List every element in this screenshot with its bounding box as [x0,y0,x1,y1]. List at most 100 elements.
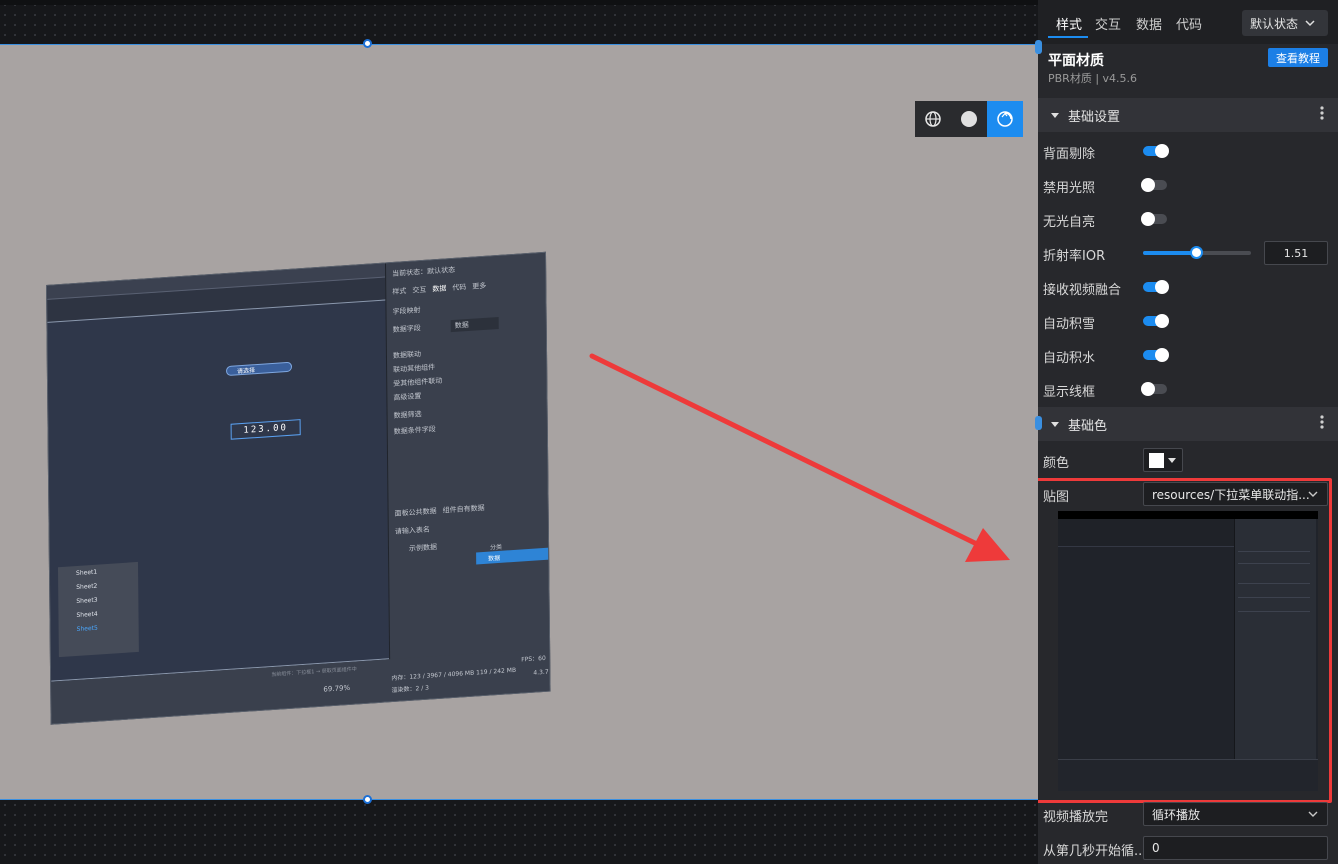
ior-slider[interactable] [1143,246,1251,259]
toggle-knob [1155,314,1169,328]
loop-from-input[interactable]: 0 [1143,836,1328,860]
loop-from-input-value: 0 [1152,841,1160,855]
shot-link-c-label: 高级设置 [393,392,422,402]
shot-tab: 更多 [472,281,487,291]
state-select[interactable]: 默认状态 [1242,10,1328,36]
caret-down-icon [1168,458,1176,463]
prop-label-color: 颜色 [1043,456,1070,471]
edge-handle-middle[interactable] [1035,416,1042,430]
embedded-screenshot-plane[interactable]: 请选择 123.00 当前状态：默认状态 样式 交互 数据 代码 更多 字段映射… [46,251,551,725]
toggle-knob [1155,280,1169,294]
toggle-knob [1141,212,1155,226]
caret-down-icon [1051,422,1059,427]
shot-col-b: 数据 [488,554,501,563]
prop-label-loop-from: 从第几秒开始循... [1043,844,1147,859]
resize-handle-top[interactable] [363,39,372,48]
color-picker[interactable] [1143,448,1183,472]
shot-field-label: 数据字段 [392,324,421,334]
ior-input[interactable]: 1.51 [1264,241,1328,265]
section-basic-settings[interactable]: 基础设置 [1038,98,1338,132]
shot-fps: FPS：60 [521,654,546,664]
shot-ruler [47,263,388,300]
rotate-view-button[interactable] [987,101,1023,137]
caret-down-icon [1051,113,1059,118]
shot-state: 当前状态：默认状态 [392,263,455,281]
shot-tabs: 样式 交互 数据 代码 更多 [392,279,486,299]
shot-link-a-label: 联动其他组件 [393,363,436,374]
prop-label-video-fusion: 接收视频融合 [1043,283,1122,298]
view-mode-toolbar [915,101,1023,137]
toggle-knob [1155,348,1169,362]
shot-search: 请输入表名 [395,523,430,539]
shot-link-b-label: 受其他组件联动 [393,376,443,388]
video-end-select[interactable]: 循环播放 [1143,802,1328,826]
solid-sphere-button[interactable] [951,101,987,137]
toggle-auto-water[interactable] [1143,348,1169,362]
shot-sheet-group-label: 示例数据 [408,543,438,553]
shot-field-value: 数据 [450,316,499,333]
red-highlight-box [1038,478,1332,803]
shot-sub-b: 数据条件字段 [394,422,436,439]
shot-link-c: 高级设置 [393,389,421,405]
prop-label-ior: 折射率IOR [1043,249,1106,264]
shot-section-link-label: 数据联动 [392,350,422,360]
prop-label-auto-water: 自动积水 [1043,351,1096,366]
chevron-down-icon [1308,811,1318,817]
scene-viewport[interactable]: 请选择 123.00 当前状态：默认状态 样式 交互 数据 代码 更多 字段映射… [0,44,1038,800]
section-base-color[interactable]: 基础色 [1038,407,1338,441]
shot-sheet-group: 示例数据 [395,540,437,557]
shot-version: 4.3.7 [533,668,549,677]
shot-sheet-list: Sheet1 Sheet2 Sheet3 Sheet4 Sheet5 [57,561,139,658]
shot-hint: 当前组件：下拉框1 → 获取页面组件中 [271,666,357,679]
tab-interaction[interactable]: 交互 [1095,14,1121,33]
tutorial-button[interactable]: 查看教程 [1268,48,1328,67]
resize-handle-bottom[interactable] [363,795,372,804]
color-swatch [1149,452,1164,468]
toggle-knob [1141,382,1155,396]
toggle-disable-lighting[interactable] [1141,178,1167,192]
tab-style[interactable]: 样式 [1056,14,1082,33]
wireframe-sphere-button[interactable] [915,101,951,137]
shot-section-field-label: 字段映射 [392,306,421,316]
more-vertical-icon[interactable] [1320,415,1324,429]
toggle-unlit-emissive[interactable] [1141,212,1167,226]
toggle-video-fusion[interactable] [1143,280,1169,294]
prop-label-wireframe: 显示线框 [1043,385,1096,400]
shot-memory: 内存：123 / 3967 / 4096 MB 119 / 242 MB [391,666,517,683]
toggle-wireframe[interactable] [1141,382,1167,396]
active-tab-indicator [1048,36,1088,38]
tab-code[interactable]: 代码 [1176,14,1202,33]
solid-sphere-icon [961,111,977,127]
section-base-color-title: 基础色 [1068,418,1108,434]
shot-sub-a: 数据筛选 [394,407,422,423]
shot-side-panel: 当前状态：默认状态 样式 交互 数据 代码 更多 字段映射 数据字段 数据 数据… [384,252,551,684]
shot-data-tabs: 面板公共数据 组件自有数据 [395,501,485,521]
toggle-knob [1141,178,1155,192]
shot-data-tab: 组件自有数据 [442,503,485,515]
shot-tab: 代码 [452,283,467,293]
shot-zoom: 69.79% [323,683,351,694]
edge-handle-top[interactable] [1035,40,1042,54]
shot-sub-b-label: 数据条件字段 [393,425,436,436]
tab-data[interactable]: 数据 [1136,14,1162,33]
toggle-knob [1155,144,1169,158]
shot-field-row: 数据字段 数据 [393,316,499,337]
component-name: 平面材质 [1048,53,1104,69]
toggle-backface-cull[interactable] [1143,144,1169,158]
shot-drawcalls: 渲染数：2 / 3 [391,684,429,695]
shot-sub-a-label: 数据筛选 [393,410,422,420]
more-vertical-icon[interactable] [1320,106,1324,120]
shot-tab: 数据 [432,284,447,294]
shot-data-tab: 面板公共数据 [394,507,437,518]
prop-label-unlit-emissive: 无光自亮 [1043,215,1096,230]
shot-tab: 样式 [392,287,407,297]
toggle-auto-snow[interactable] [1143,314,1169,328]
wireframe-sphere-icon [925,111,941,127]
ior-slider-knob[interactable] [1189,246,1203,259]
shot-tab: 交互 [412,285,427,295]
shot-state-label: 当前状态：默认状态 [392,265,456,279]
prop-label-video-end: 视频播放完 [1043,810,1109,825]
rotate-view-icon [997,111,1013,127]
prop-label-auto-snow: 自动积雪 [1043,317,1096,332]
ior-slider-fill [1143,251,1196,255]
